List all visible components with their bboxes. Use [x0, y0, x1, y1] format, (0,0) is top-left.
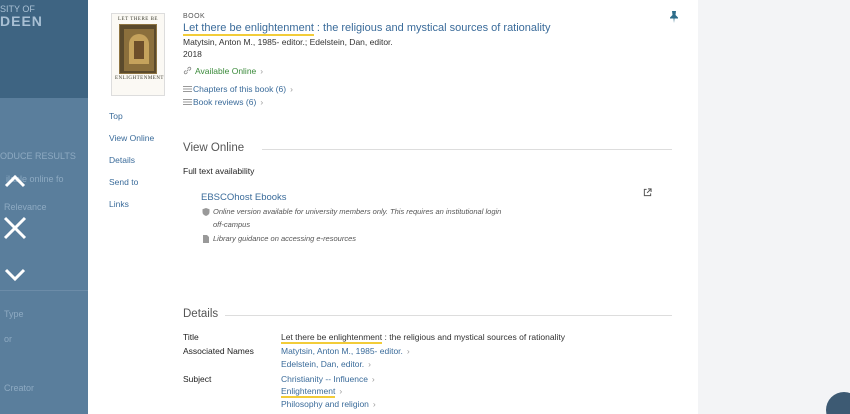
cover-title: LET THERE BE [118, 17, 158, 22]
title-rest[interactable]: : the religious and mystical sources of … [314, 22, 551, 34]
divider [0, 290, 88, 291]
subject-1: Christianity -- Influence [281, 374, 368, 384]
chevron-right-icon: › [406, 346, 410, 356]
book-cover[interactable]: LET THERE BE ENLIGHTENMENT [111, 13, 165, 96]
background-logo: SITY OF DEEN [0, 4, 43, 28]
background-header: SITY OF DEEN [0, 0, 88, 98]
title-value-highlight: Let there be enlightenment [281, 332, 383, 344]
record-modal: LET THERE BE ENLIGHTENMENT BOOK Let ther… [88, 0, 698, 414]
chevron-up-icon[interactable] [2, 168, 28, 194]
associated-names-label: Associated Names [183, 346, 254, 356]
record-type: BOOK [183, 13, 206, 20]
side-nav-details[interactable]: Details [109, 155, 154, 177]
record-side-nav: Top View Online Details Send to Links [109, 111, 154, 221]
background-page: SITY OF DEEN ODUCE RESULTS ilable online… [0, 0, 88, 414]
available-online-link[interactable]: Available Online › [183, 66, 263, 76]
background-text: Relevance [4, 202, 47, 212]
chevron-right-icon: › [260, 66, 264, 76]
subject-label: Subject [183, 374, 212, 384]
associated-name-link[interactable]: Edelstein, Dan, editor. › [281, 359, 371, 369]
available-online-label: Available Online [195, 66, 257, 76]
background-text: Creator [4, 383, 35, 393]
ebscohost-link[interactable]: EBSCOhost Ebooks [201, 192, 287, 203]
divider [225, 315, 672, 316]
subject-3: Philosophy and religion [281, 399, 369, 409]
chapters-link[interactable]: Chapters of this book (6) › [183, 84, 293, 94]
background-text: Type [4, 309, 24, 319]
title-value-rest: : the religious and mystical sources of … [382, 332, 565, 342]
view-online-heading: View Online [183, 142, 245, 154]
subject-link[interactable]: Enlightenment › [281, 386, 343, 398]
close-icon[interactable] [2, 215, 28, 241]
floating-button[interactable] [826, 392, 850, 414]
title-label: Title [183, 332, 199, 342]
record-authors: Matytsin, Anton M., 1985- editor.; Edels… [183, 37, 393, 47]
associated-name-link[interactable]: Matytsin, Anton M., 1985- editor. › [281, 346, 410, 356]
chevron-right-icon: › [368, 359, 372, 369]
chevron-right-icon: › [260, 97, 264, 107]
background-text: or [4, 334, 13, 344]
chevron-right-icon: › [339, 386, 343, 396]
subject-link[interactable]: Christianity -- Influence › [281, 374, 375, 384]
associated-name-2: Edelstein, Dan, editor. [281, 359, 365, 369]
cover-subtitle: ENLIGHTENMENT [115, 76, 164, 81]
subject-2: Enlightenment [281, 386, 336, 398]
chevron-down-icon[interactable] [2, 262, 28, 288]
logo-line-2: DEEN [0, 13, 43, 29]
cover-art [119, 24, 157, 74]
background-text: ODUCE RESULTS [0, 151, 76, 161]
chapters-label: Chapters of this book (6) [193, 84, 287, 94]
title-highlight[interactable]: Let there be enlightenment [183, 22, 314, 36]
title-value: Let there be enlightenment : the religio… [281, 332, 565, 344]
side-nav-view-online[interactable]: View Online [109, 133, 154, 155]
details-heading: Details [183, 308, 219, 320]
pin-icon[interactable] [669, 11, 679, 23]
chevron-right-icon: › [371, 374, 375, 384]
full-text-availability-label: Full text availability [183, 166, 255, 176]
side-nav-top[interactable]: Top [109, 111, 154, 133]
document-icon [203, 235, 209, 243]
side-nav-links[interactable]: Links [109, 199, 154, 221]
associated-name-1: Matytsin, Anton M., 1985- editor. [281, 346, 403, 356]
access-note: Online version available for university … [213, 207, 502, 216]
record-title[interactable]: Let there be enlightenment : the religio… [183, 22, 551, 36]
library-guidance-link[interactable]: Library guidance on accessing e-resource… [213, 234, 356, 243]
subject-link[interactable]: Philosophy and religion › [281, 399, 376, 409]
list-icon [183, 86, 192, 92]
background-right [698, 0, 850, 414]
external-link-icon[interactable] [643, 188, 652, 197]
shield-icon [202, 208, 210, 216]
side-nav-send-to[interactable]: Send to [109, 177, 154, 199]
chevron-right-icon: › [290, 84, 293, 94]
reviews-link[interactable]: Book reviews (6) › [183, 97, 263, 107]
access-note-continued: off-campus [213, 220, 251, 229]
list-icon [183, 99, 192, 105]
chevron-right-icon: › [372, 399, 376, 409]
link-icon [183, 66, 192, 75]
record-year: 2018 [183, 49, 202, 59]
divider [262, 149, 672, 150]
reviews-label: Book reviews (6) [193, 97, 257, 107]
